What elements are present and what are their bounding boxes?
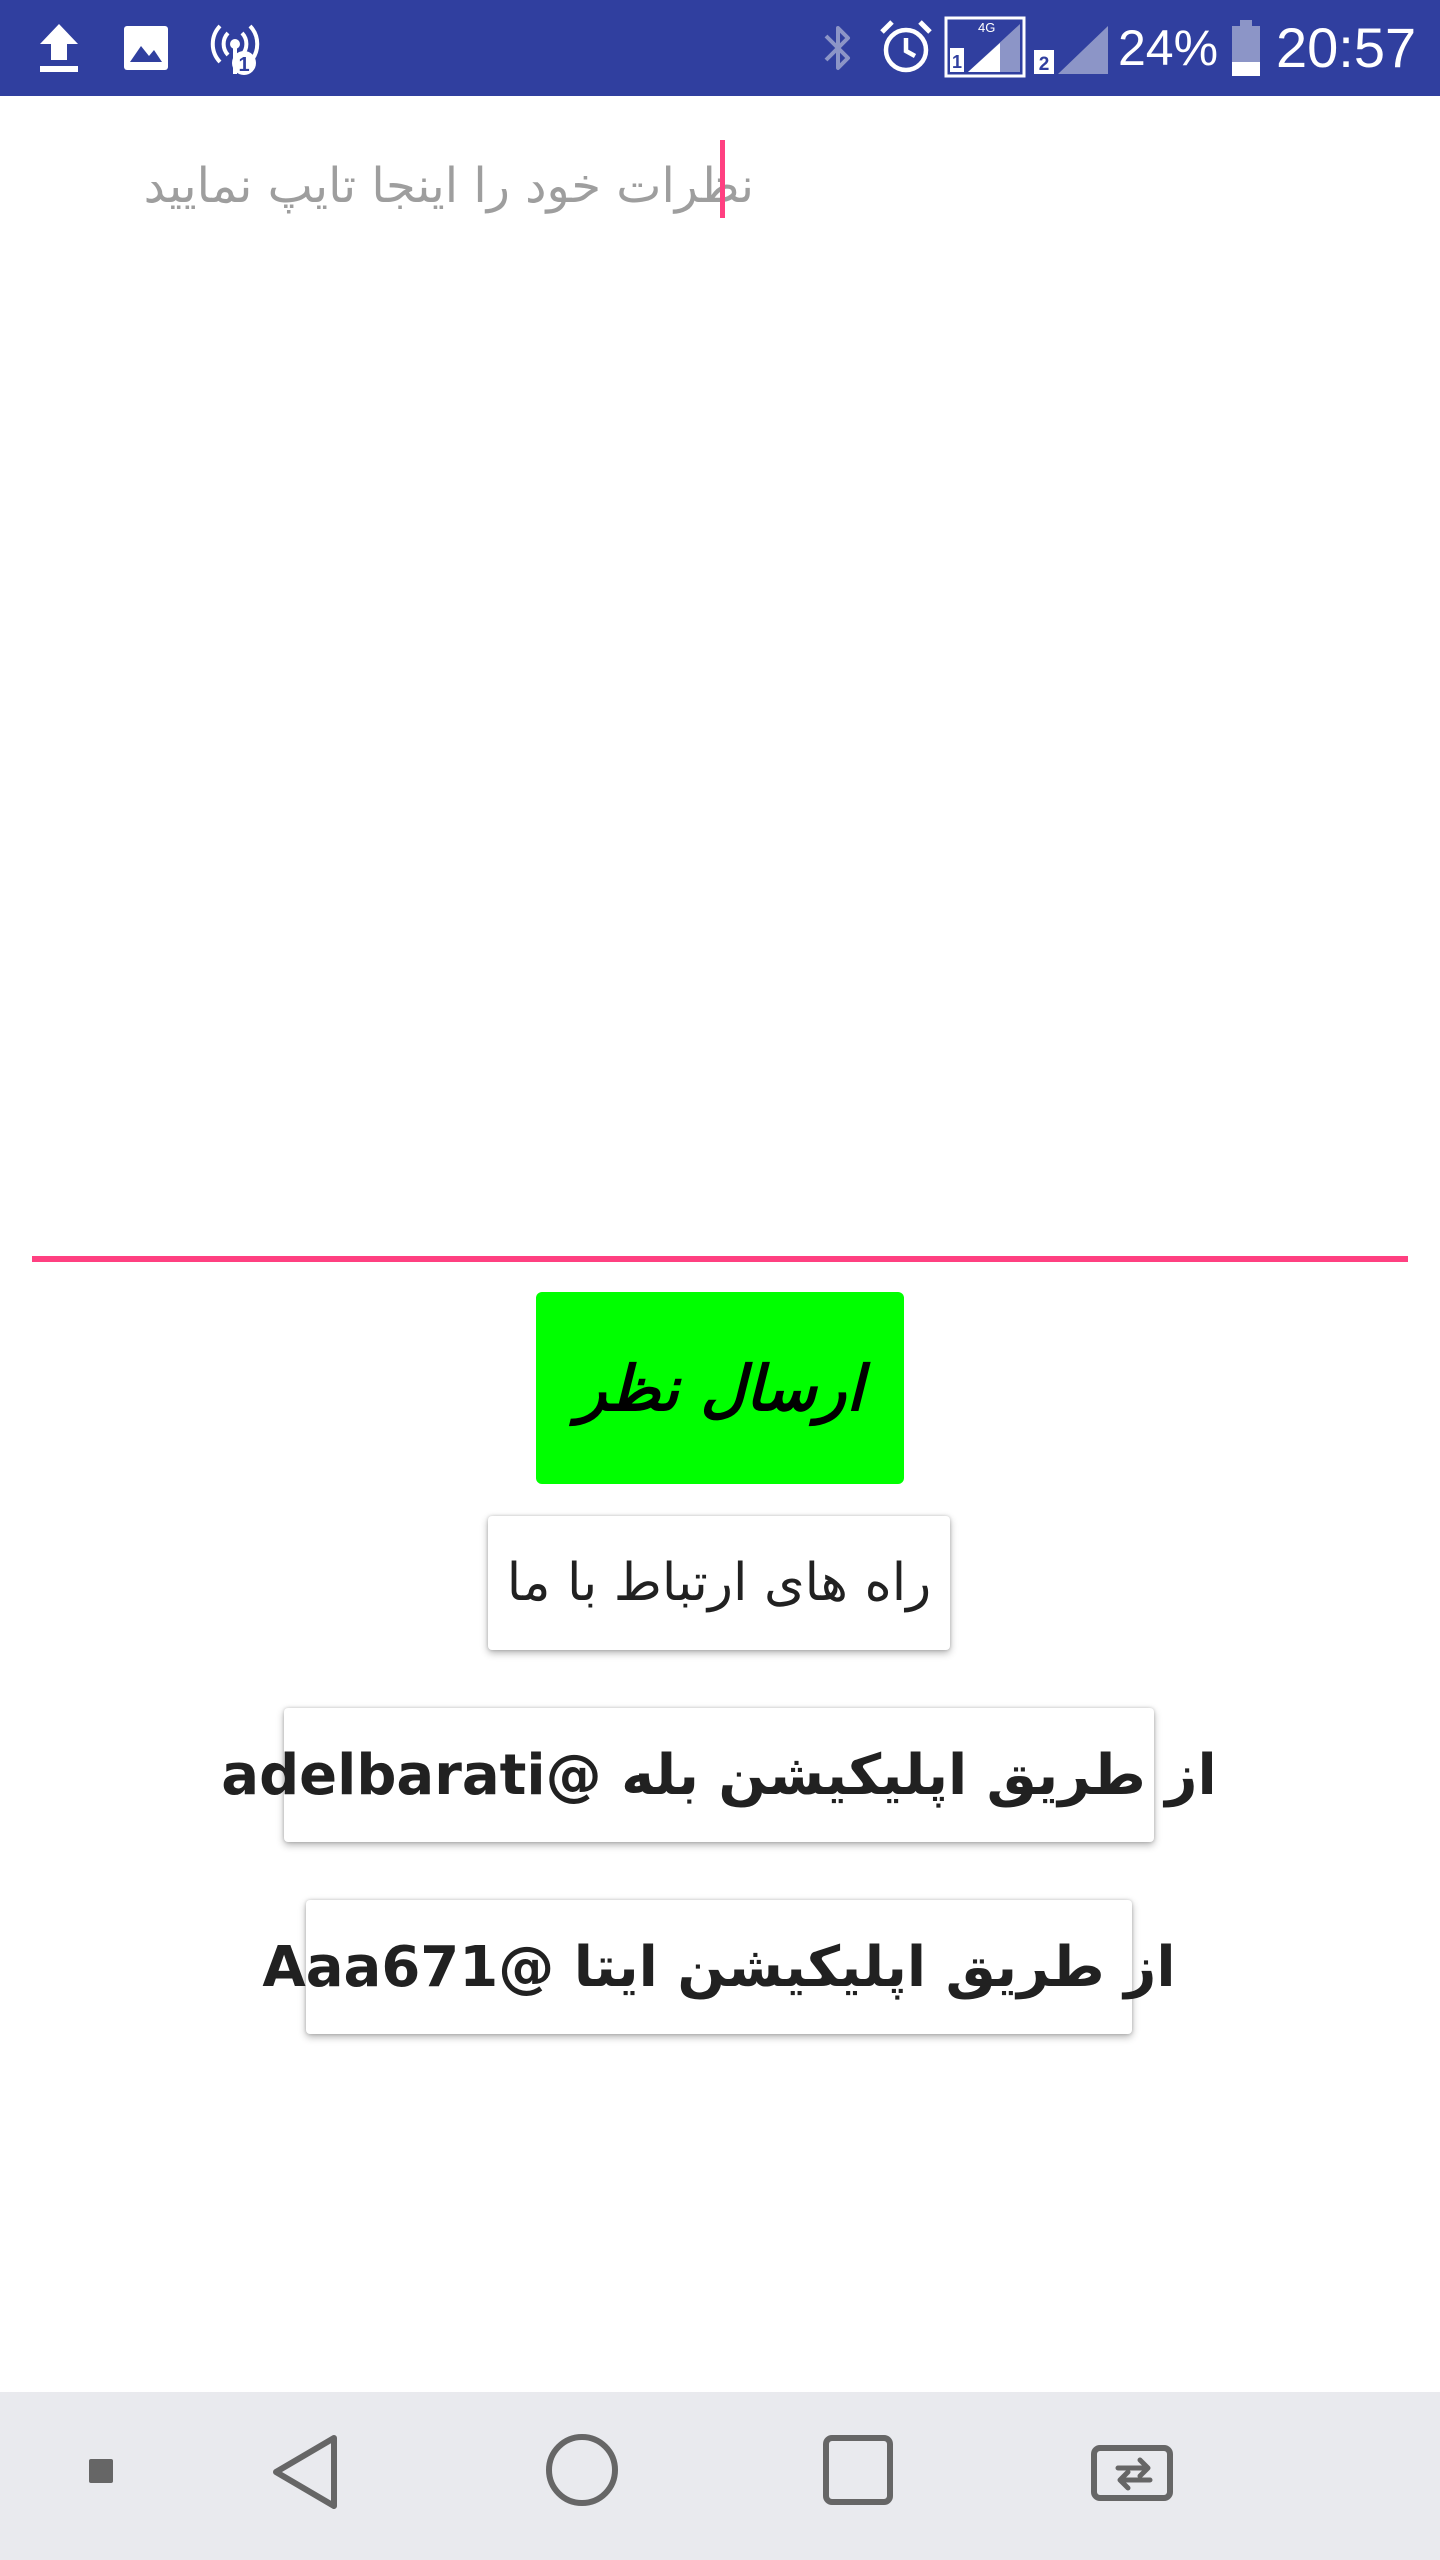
- comment-input[interactable]: نظرات خود را اینجا تایپ نمایید: [32, 130, 1408, 1260]
- back-icon[interactable]: [268, 2432, 342, 2512]
- home-icon[interactable]: [544, 2432, 620, 2508]
- eitaa-button-label: از طریق اپلیکیشن ایتا @Aaa671: [262, 1934, 1176, 2000]
- submit-button-label: ارسال نظر: [576, 1351, 864, 1425]
- bale-button-label: از طریق اپلیکیشن بله @adelbarati: [221, 1742, 1217, 1808]
- status-time: 20:57: [1276, 16, 1417, 79]
- bluetooth-icon: [824, 26, 850, 70]
- status-bar: 1 4G 1 2 24% 20:57: [0, 0, 1440, 96]
- sim2-label: 2: [1039, 54, 1050, 75]
- bale-contact-button[interactable]: از طریق اپلیکیشن بله @adelbarati: [221, 1708, 1217, 1842]
- image-icon: [124, 26, 168, 70]
- sim1-label: 1: [952, 52, 962, 72]
- hotspot-icon: 1: [210, 24, 260, 76]
- upload-icon: [40, 24, 78, 72]
- alarm-icon: [880, 20, 932, 73]
- sim1-network-type: 4G: [978, 20, 995, 35]
- hotspot-badge: 1: [238, 54, 249, 76]
- contact-button-label: راه های ارتباط با ما: [506, 1553, 932, 1613]
- submit-comment-button[interactable]: ارسال نظر: [536, 1292, 904, 1484]
- navigation-bar: [0, 2392, 1440, 2560]
- comment-placeholder: نظرات خود را اینجا تایپ نمایید: [143, 158, 754, 214]
- eitaa-contact-button[interactable]: از طریق اپلیکیشن ایتا @Aaa671: [262, 1900, 1176, 2034]
- sim2-signal-icon: 2: [1034, 26, 1108, 75]
- contact-us-button[interactable]: راه های ارتباط با ما: [488, 1516, 950, 1650]
- text-cursor: [720, 140, 725, 218]
- sim1-signal-icon: 4G 1: [944, 16, 1026, 78]
- small-square-icon[interactable]: [88, 2458, 114, 2484]
- battery-icon: [1232, 20, 1260, 76]
- battery-percent: 24%: [1118, 20, 1219, 76]
- recents-icon[interactable]: [822, 2434, 894, 2506]
- switch-icon[interactable]: [1090, 2434, 1180, 2504]
- comment-underline: [32, 1256, 1408, 1262]
